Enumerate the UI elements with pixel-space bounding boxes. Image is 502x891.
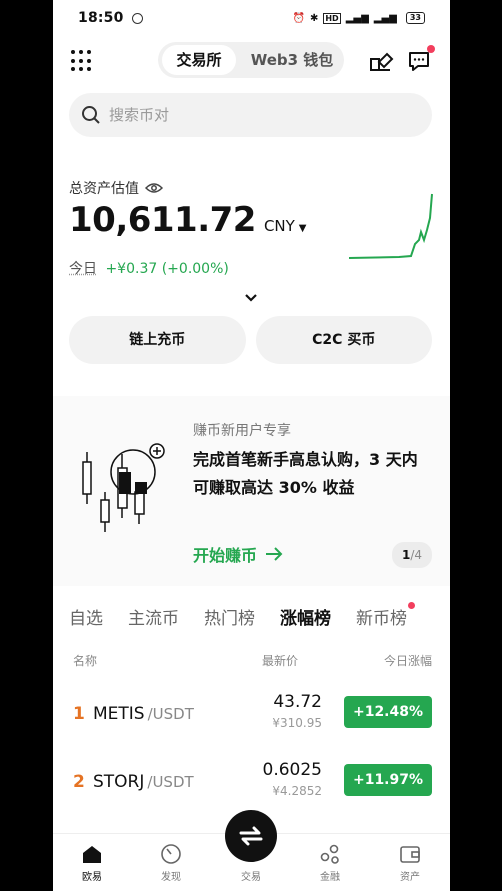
nav-trade-label: 交易 xyxy=(241,872,261,883)
total-assets-label: 总资产估值 xyxy=(69,181,139,197)
row-price: 0.6025 xyxy=(262,760,322,780)
swap-icon xyxy=(239,826,263,846)
notification-dot xyxy=(427,45,435,53)
tab-new-listings[interactable]: 新币榜 xyxy=(356,602,415,629)
col-price: 最新价 xyxy=(262,654,299,668)
nav-finance-label: 金融 xyxy=(320,872,340,883)
banner-pager: 1/4 xyxy=(392,542,432,568)
arrow-right-icon xyxy=(266,547,283,561)
col-name: 名称 xyxy=(73,654,98,668)
tab-exchange[interactable]: 交易所 xyxy=(162,45,236,75)
row-symbol-base: STORJ xyxy=(93,772,145,792)
status-time: 18:50 xyxy=(78,10,124,26)
top-nav: 交易所 Web3 钱包 xyxy=(53,40,450,84)
total-assets-value: 10,611.72 xyxy=(69,200,256,240)
market-tabs: 自选 主流币 热门榜 涨幅榜 新币榜 xyxy=(69,602,450,629)
c2c-buy-button[interactable]: C2C 买币 xyxy=(255,316,432,364)
nav-discover-label: 发现 xyxy=(161,872,181,883)
tab-hot[interactable]: 热门榜 xyxy=(204,604,255,629)
row-price: 43.72 xyxy=(273,692,322,712)
promo-banner[interactable]: 赚币新用户专享 完成首笔新手高息认购，3 天内可赚取高达 30% 收益 开始赚币… xyxy=(53,396,450,586)
nav-okx-label: 欧易 xyxy=(82,872,102,883)
col-change: 今日涨幅 xyxy=(383,654,432,668)
status-icons: ⏰ ✱ HD ▂▄▆ ▂▄▆ 33 xyxy=(293,12,425,24)
chevron-down-icon[interactable] xyxy=(243,290,259,304)
asset-sparkline xyxy=(349,193,433,259)
signal-icon: ▂▄▆ xyxy=(345,12,369,24)
row-fiat-price: ¥4.2852 xyxy=(272,784,322,798)
today-pnl-label[interactable]: 今日 xyxy=(69,261,97,277)
start-earn-label: 开始赚币 xyxy=(193,546,258,565)
row-symbol-base: METIS xyxy=(93,704,145,724)
start-earn-link[interactable]: 开始赚币 xyxy=(193,542,283,566)
signal-icon-2: ▂▄▆ xyxy=(373,12,397,24)
candlestick-illustration xyxy=(82,443,165,532)
total-assets-value-row: 10,611.72 CNY ▼ xyxy=(69,200,307,240)
row-change-badge[interactable]: +12.48% xyxy=(344,696,432,728)
table-row[interactable]: 2 STORJ/USDT 0.6025 ¥4.2852 +11.97% xyxy=(73,758,432,808)
nav-assets-label: 资产 xyxy=(400,872,420,883)
location-icon xyxy=(131,12,143,24)
mode-switch: 交易所 Web3 钱包 xyxy=(158,42,344,78)
nav-finance[interactable]: 金融 xyxy=(300,842,360,883)
app-screen: 18:50 ⏰ ✱ HD ▂▄▆ ▂▄▆ 33 交易所 Web3 钱包 搜索币对… xyxy=(53,0,450,891)
nav-assets[interactable]: 资产 xyxy=(380,842,440,883)
nav-okx[interactable]: 欧易 xyxy=(62,842,122,883)
row-rank: 1 xyxy=(73,704,85,724)
row-symbol-quote: /USDT xyxy=(147,773,194,791)
wallet-icon xyxy=(400,846,420,863)
tab-web3-wallet[interactable]: Web3 钱包 xyxy=(244,45,340,75)
nav-discover[interactable]: 发现 xyxy=(141,842,201,883)
total-assets-label-row: 总资产估值 xyxy=(69,178,163,198)
search-icon xyxy=(82,106,100,124)
bluetooth-icon: ✱ xyxy=(309,12,319,24)
finance-icon xyxy=(320,844,339,864)
today-pnl-value: +¥0.37 (+0.00%) xyxy=(105,261,229,277)
row-symbol-quote: /USDT xyxy=(147,705,194,723)
hd-icon: HD xyxy=(323,12,341,24)
message-icon[interactable] xyxy=(406,45,435,74)
today-pnl: 今日 +¥0.37 (+0.00%) xyxy=(69,258,229,278)
banner-subtitle: 赚币新用户专享 xyxy=(193,423,291,439)
search-bar[interactable] xyxy=(69,93,432,137)
tab-favorites[interactable]: 自选 xyxy=(69,604,103,629)
row-fiat-price: ¥310.95 xyxy=(272,716,322,730)
status-bar: 18:50 ⏰ ✱ HD ▂▄▆ ▂▄▆ 33 xyxy=(53,0,450,36)
alarm-icon: ⏰ xyxy=(292,12,305,24)
tab-mainstream[interactable]: 主流币 xyxy=(128,604,179,629)
menu-grid-icon[interactable] xyxy=(71,50,93,72)
shapes-icon[interactable] xyxy=(368,48,394,74)
battery-icon: 33 xyxy=(405,12,425,24)
action-buttons: 链上充币 C2C 买币 xyxy=(69,316,432,364)
row-change-badge[interactable]: +11.97% xyxy=(344,764,432,796)
search-input[interactable] xyxy=(109,106,409,124)
onchain-deposit-button[interactable]: 链上充币 xyxy=(69,316,246,364)
pager-total: /4 xyxy=(410,548,423,562)
caret-down-icon[interactable]: ▼ xyxy=(299,223,307,234)
eye-icon[interactable] xyxy=(145,182,163,194)
home-icon xyxy=(83,846,101,863)
discover-icon xyxy=(161,844,181,864)
table-row[interactable]: 1 METIS/USDT 43.72 ¥310.95 +12.48% xyxy=(73,690,432,740)
row-symbol: METIS/USDT xyxy=(93,704,194,724)
trade-swap-button[interactable] xyxy=(225,810,277,862)
banner-title: 完成首笔新手高息认购，3 天内可赚取高达 30% 收益 xyxy=(193,450,418,497)
currency-selector[interactable]: CNY xyxy=(264,217,295,235)
row-rank: 2 xyxy=(73,772,85,792)
tab-new-listings-label: 新币榜 xyxy=(356,609,407,629)
row-symbol: STORJ/USDT xyxy=(93,772,194,792)
tab-gainers[interactable]: 涨幅榜 xyxy=(280,604,331,629)
new-dot xyxy=(408,602,415,609)
